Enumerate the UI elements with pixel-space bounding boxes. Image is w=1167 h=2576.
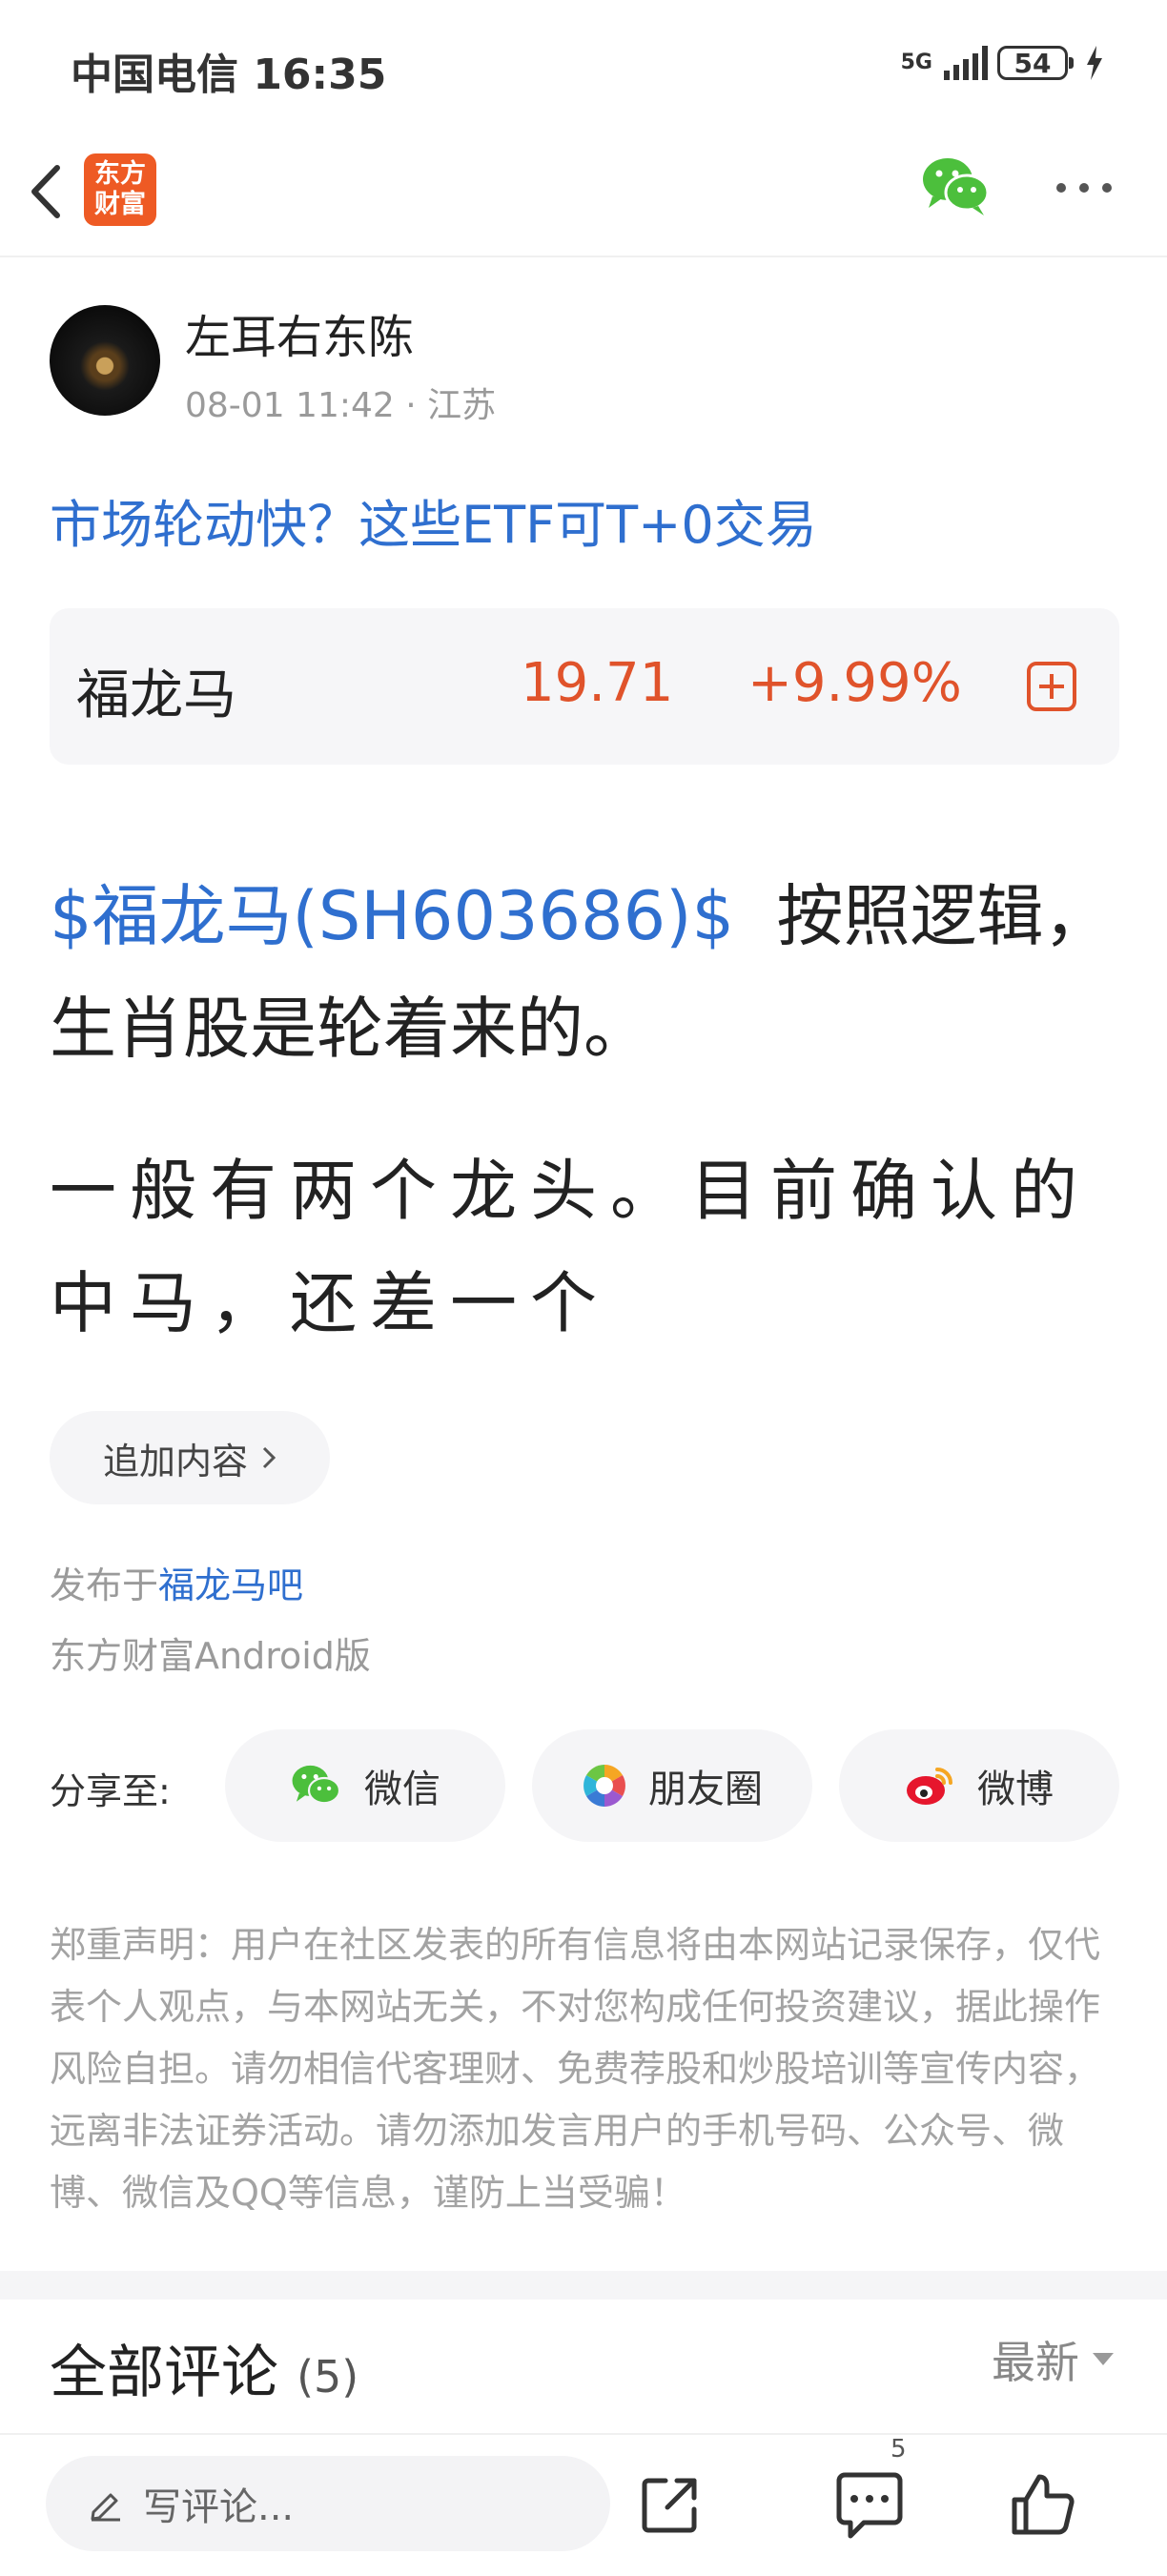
back-arrow-icon[interactable]	[25, 158, 72, 225]
pencil-icon	[91, 2493, 120, 2522]
weibo-icon	[907, 1768, 952, 1805]
wechat-icon[interactable]	[921, 154, 992, 217]
stock-price: 19.71	[521, 652, 674, 714]
share-wechat-button[interactable]: 微信	[225, 1729, 505, 1842]
wechat-icon	[292, 1765, 341, 1805]
comments-title: 全部评论	[50, 2340, 278, 2406]
status-icons: 5G 54	[901, 42, 1104, 84]
charging-icon	[1087, 46, 1102, 80]
signal-icon	[944, 46, 988, 80]
append-content-label: 追加内容	[102, 1440, 248, 1482]
related-article-link[interactable]: 市场轮动快？这些ETF可T+0交易	[50, 482, 817, 558]
status-carrier-time: 中国电信 16:35	[71, 51, 387, 99]
post-body-paragraph-1: $福龙马(SH603686)$ 按照逻辑，生肖股是轮着来的。	[50, 860, 1121, 1085]
stock-quote-card[interactable]: 福龙马 19.71 +9.99%	[50, 608, 1119, 765]
client-version: 东方财富Android版	[50, 1635, 371, 1677]
moments-icon	[584, 1765, 625, 1807]
eastmoney-logo[interactable]: 东方 财富	[84, 153, 156, 226]
sort-label: 最新	[992, 2337, 1079, 2388]
comments-icon[interactable]	[831, 2467, 911, 2544]
logo-text-1: 东方	[94, 159, 146, 189]
author-name[interactable]: 左耳右东陈	[185, 299, 414, 366]
comment-sort-dropdown[interactable]: 最新	[992, 2328, 1114, 2391]
section-divider	[0, 2271, 1167, 2300]
nav-bar: 东方 财富	[0, 133, 1167, 257]
comment-count-badge: 5	[891, 2435, 907, 2464]
share-moments-label: 朋友圈	[648, 1768, 763, 1811]
bottom-action-bar: 写评论... 5	[0, 2433, 1167, 2576]
forum-link[interactable]: 福龙马吧	[158, 1564, 303, 1606]
disclaimer-text: 郑重声明：用户在社区发表的所有信息将由本网站记录保存，仅代表个人观点，与本网站无…	[50, 1924, 1101, 2214]
share-label: 分享至:	[50, 1770, 171, 1812]
stock-change-percent: +9.99%	[747, 652, 962, 714]
thumbs-up-icon[interactable]	[1009, 2471, 1075, 2538]
comment-placeholder: 写评论...	[143, 2485, 295, 2529]
post-timestamp-location: 08-01 11:42 · 江苏	[185, 386, 497, 425]
author-avatar[interactable]	[50, 305, 160, 416]
share-weibo-label: 微博	[977, 1768, 1054, 1811]
more-options-icon[interactable]	[1054, 181, 1114, 194]
share-wechat-label: 微信	[364, 1768, 440, 1811]
chevron-right-icon	[262, 1446, 276, 1469]
stock-tag-link[interactable]: $福龙马(SH603686)$	[50, 877, 734, 955]
share-weibo-button[interactable]: 微博	[839, 1729, 1119, 1842]
status-bar: 中国电信 16:35 5G 54	[0, 0, 1167, 133]
network-type: 5G	[900, 51, 932, 74]
logo-text-2: 财富	[94, 190, 146, 219]
share-icon[interactable]	[641, 2475, 700, 2534]
published-in: 发布于福龙马吧	[50, 1556, 303, 1608]
append-content-button[interactable]: 追加内容	[50, 1411, 330, 1504]
comments-header: 全部评论 (5)	[50, 2326, 358, 2409]
post-body-paragraph-2: 一般有两个龙头。目前确认的中马，还差一个	[50, 1152, 1091, 1342]
caret-down-icon	[1093, 2353, 1114, 2365]
comments-count: (5)	[297, 2351, 359, 2402]
stock-name: 福龙马	[76, 664, 236, 726]
share-moments-button[interactable]: 朋友圈	[532, 1729, 812, 1842]
published-prefix: 发布于	[50, 1564, 159, 1606]
add-to-watchlist-icon[interactable]	[1026, 661, 1077, 712]
comment-input[interactable]: 写评论...	[46, 2456, 610, 2551]
battery-icon: 54	[997, 46, 1074, 80]
